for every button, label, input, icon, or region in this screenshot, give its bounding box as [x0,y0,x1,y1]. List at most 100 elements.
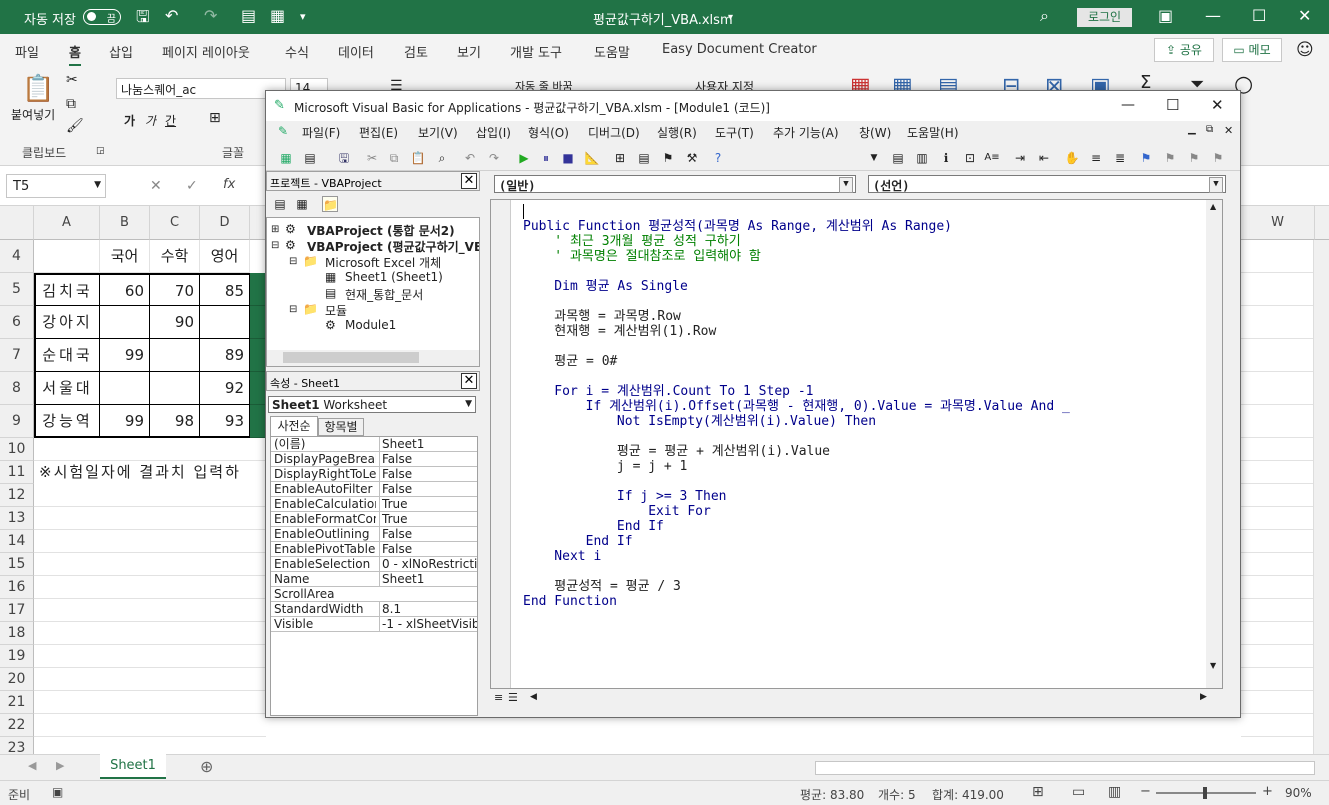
scroll-down-icon[interactable]: ▼ [1210,661,1216,670]
cell-selected-range[interactable] [250,306,266,339]
view-excel-icon[interactable]: ▦ [278,150,294,166]
tree-hscroll-thumb[interactable] [283,352,419,363]
cell-score[interactable] [150,372,200,405]
paste-icon[interactable]: 📋 [22,74,54,104]
indent-icon[interactable]: ⇥ [1012,150,1028,166]
zoom-in-icon[interactable]: + [1262,784,1273,799]
property-value[interactable]: True [379,512,477,526]
property-value[interactable]: False [379,452,477,466]
column-header-b[interactable]: B [100,206,150,240]
project-tree[interactable]: ⊞ ⚙ VBAProject (통합 문서2) ⊟ ⚙ VBAProject (… [266,217,480,367]
property-row[interactable]: StandardWidth 8.1 [271,602,477,617]
row-header-4[interactable]: 4 [0,240,34,273]
row-header-16[interactable]: 16 [0,576,34,599]
cell-score[interactable] [150,339,200,372]
code-line[interactable]: j = j + 1 [523,459,687,474]
vbe-menu-icon[interactable]: ✎ [278,124,288,138]
tree-module1[interactable]: Module1 [345,318,396,332]
tab-home[interactable]: 홈 [69,42,81,67]
property-value[interactable]: Sheet1 [379,572,477,586]
property-row[interactable]: EnableCalculation True [271,497,477,512]
cell-score[interactable]: 98 [150,405,200,438]
list-properties-icon[interactable]: ▤ [890,150,906,166]
property-row[interactable]: EnableFormatCon True [271,512,477,527]
vbe-menu-help[interactable]: 도움말(H) [907,124,959,141]
cell-score[interactable]: 60 [100,273,150,306]
cut-icon[interactable]: ✂ [66,72,78,88]
procedure-view-icon[interactable]: ≡ [494,691,503,704]
property-row[interactable]: EnableAutoFilter False [271,482,477,497]
page-break-view-icon[interactable]: ▥ [1108,784,1121,800]
add-sheet-icon[interactable]: ⊕ [200,757,213,776]
cell-student-name[interactable]: 김치국 [34,273,100,306]
property-value[interactable]: 0 - xlNoRestrictio [379,557,477,571]
reset-icon[interactable]: ■ [560,150,576,166]
property-value[interactable]: 8.1 [379,602,477,616]
cell-header-subject[interactable]: 국어 [100,240,150,273]
row-header-22[interactable]: 22 [0,714,34,737]
macro-record-icon[interactable]: ▣ [52,785,63,799]
close-icon[interactable]: ✕ [1298,6,1311,25]
properties-object-select[interactable]: Sheet1 Worksheet ▼ [268,396,476,413]
tree-sheet1[interactable]: Sheet1 (Sheet1) [345,270,443,284]
toolbox-icon[interactable]: ⚒ [684,150,700,166]
name-box[interactable]: T5 ▼ [6,174,106,198]
property-value[interactable]: False [379,527,477,541]
cell-header-subject[interactable]: 수학 [150,240,200,273]
property-row[interactable]: EnableOutlining False [271,527,477,542]
underline-icon[interactable]: 간 [165,112,176,129]
tree-collapse-icon-2[interactable]: ⊟ [289,256,297,267]
save-icon[interactable]: 🖫 [136,6,150,33]
view-object-icon[interactable]: ▦ [294,196,310,212]
tree-hscrollbar[interactable] [267,350,479,366]
full-module-view-icon[interactable]: ☰ [508,691,518,704]
cell-student-name[interactable]: 순대국 [34,339,100,372]
customize-qat-icon[interactable]: ▾ [300,10,306,23]
property-row[interactable]: Name Sheet1 [271,572,477,587]
toggle-bookmark-icon[interactable]: ⚑ [1138,150,1154,166]
property-value[interactable]: -1 - xlSheetVisib [379,617,477,631]
vbe-menu-debug[interactable]: 디버그(D) [588,124,640,141]
font-name-select[interactable]: 나눔스퀘어_ac [116,78,286,99]
minimize-icon[interactable]: — [1205,6,1221,25]
property-row[interactable]: DisplayPageBreak False [271,452,477,467]
props-tab-categorized[interactable]: 항목별 [318,418,364,436]
cell-score[interactable]: 93 [200,405,250,438]
fx-icon[interactable]: fx [223,177,235,192]
next-bookmark-icon[interactable]: ⚑ [1162,150,1178,166]
tab-help[interactable]: 도움말 [594,42,630,61]
code-line[interactable]: If 계산범위(i).Offset(과목행 - 현재행, 0).Value = … [523,399,1070,414]
ribbon-display-icon[interactable]: ▣ [1158,6,1173,25]
row-header-19[interactable]: 19 [0,645,34,668]
cell-score[interactable] [100,306,150,339]
row-header-9[interactable]: 9 [0,405,34,438]
column-header-c[interactable]: C [150,206,200,240]
cell-score[interactable]: 89 [200,339,250,372]
cell-score[interactable]: 99 [100,405,150,438]
normal-view-icon[interactable]: ⊞ [1032,784,1044,800]
cell-score[interactable]: 85 [200,273,250,306]
quick-info-icon[interactable]: ℹ [938,150,954,166]
cell-note-a11[interactable]: ※시험일자에 결과치 입력하 [34,461,266,484]
project-explorer-icon[interactable]: ⊞ [612,150,628,166]
code-line[interactable]: 과목행 = 과목명.Row [523,309,681,324]
code-line[interactable]: Next i [523,549,601,564]
row-header-21[interactable]: 21 [0,691,34,714]
properties-grid[interactable]: (이름) Sheet1 DisplayPageBreak False DisplayRi… [270,436,478,716]
vbe-undo-icon[interactable]: ↶ [462,150,478,166]
tree-thisworkbook[interactable]: 현재_통합_문서 [345,286,423,303]
format-painter-icon[interactable]: 🖌 [66,118,84,134]
vbe-menu-addins[interactable]: 추가 기능(A) [773,124,839,141]
sheet-vscrollbar[interactable] [1313,240,1329,754]
cell-selected-range[interactable] [250,339,266,372]
code-line[interactable]: ' 최근 3개월 평균 성적 구하기 [523,234,740,249]
cell-header-subject[interactable]: 영어 [200,240,250,273]
code-line[interactable]: Dim 평균 As Single [523,279,688,294]
list-constants-icon[interactable]: ▥ [914,150,930,166]
property-value[interactable]: True [379,497,477,511]
comment-block-icon[interactable]: ≡ [1088,150,1104,166]
vbe-redo-icon[interactable]: ↷ [486,150,502,166]
vbe-find-icon[interactable]: ⌕ [434,150,450,166]
search-icon[interactable]: ⌕ [1040,6,1049,26]
toolbar-overflow-icon[interactable]: ▼ [866,150,882,166]
